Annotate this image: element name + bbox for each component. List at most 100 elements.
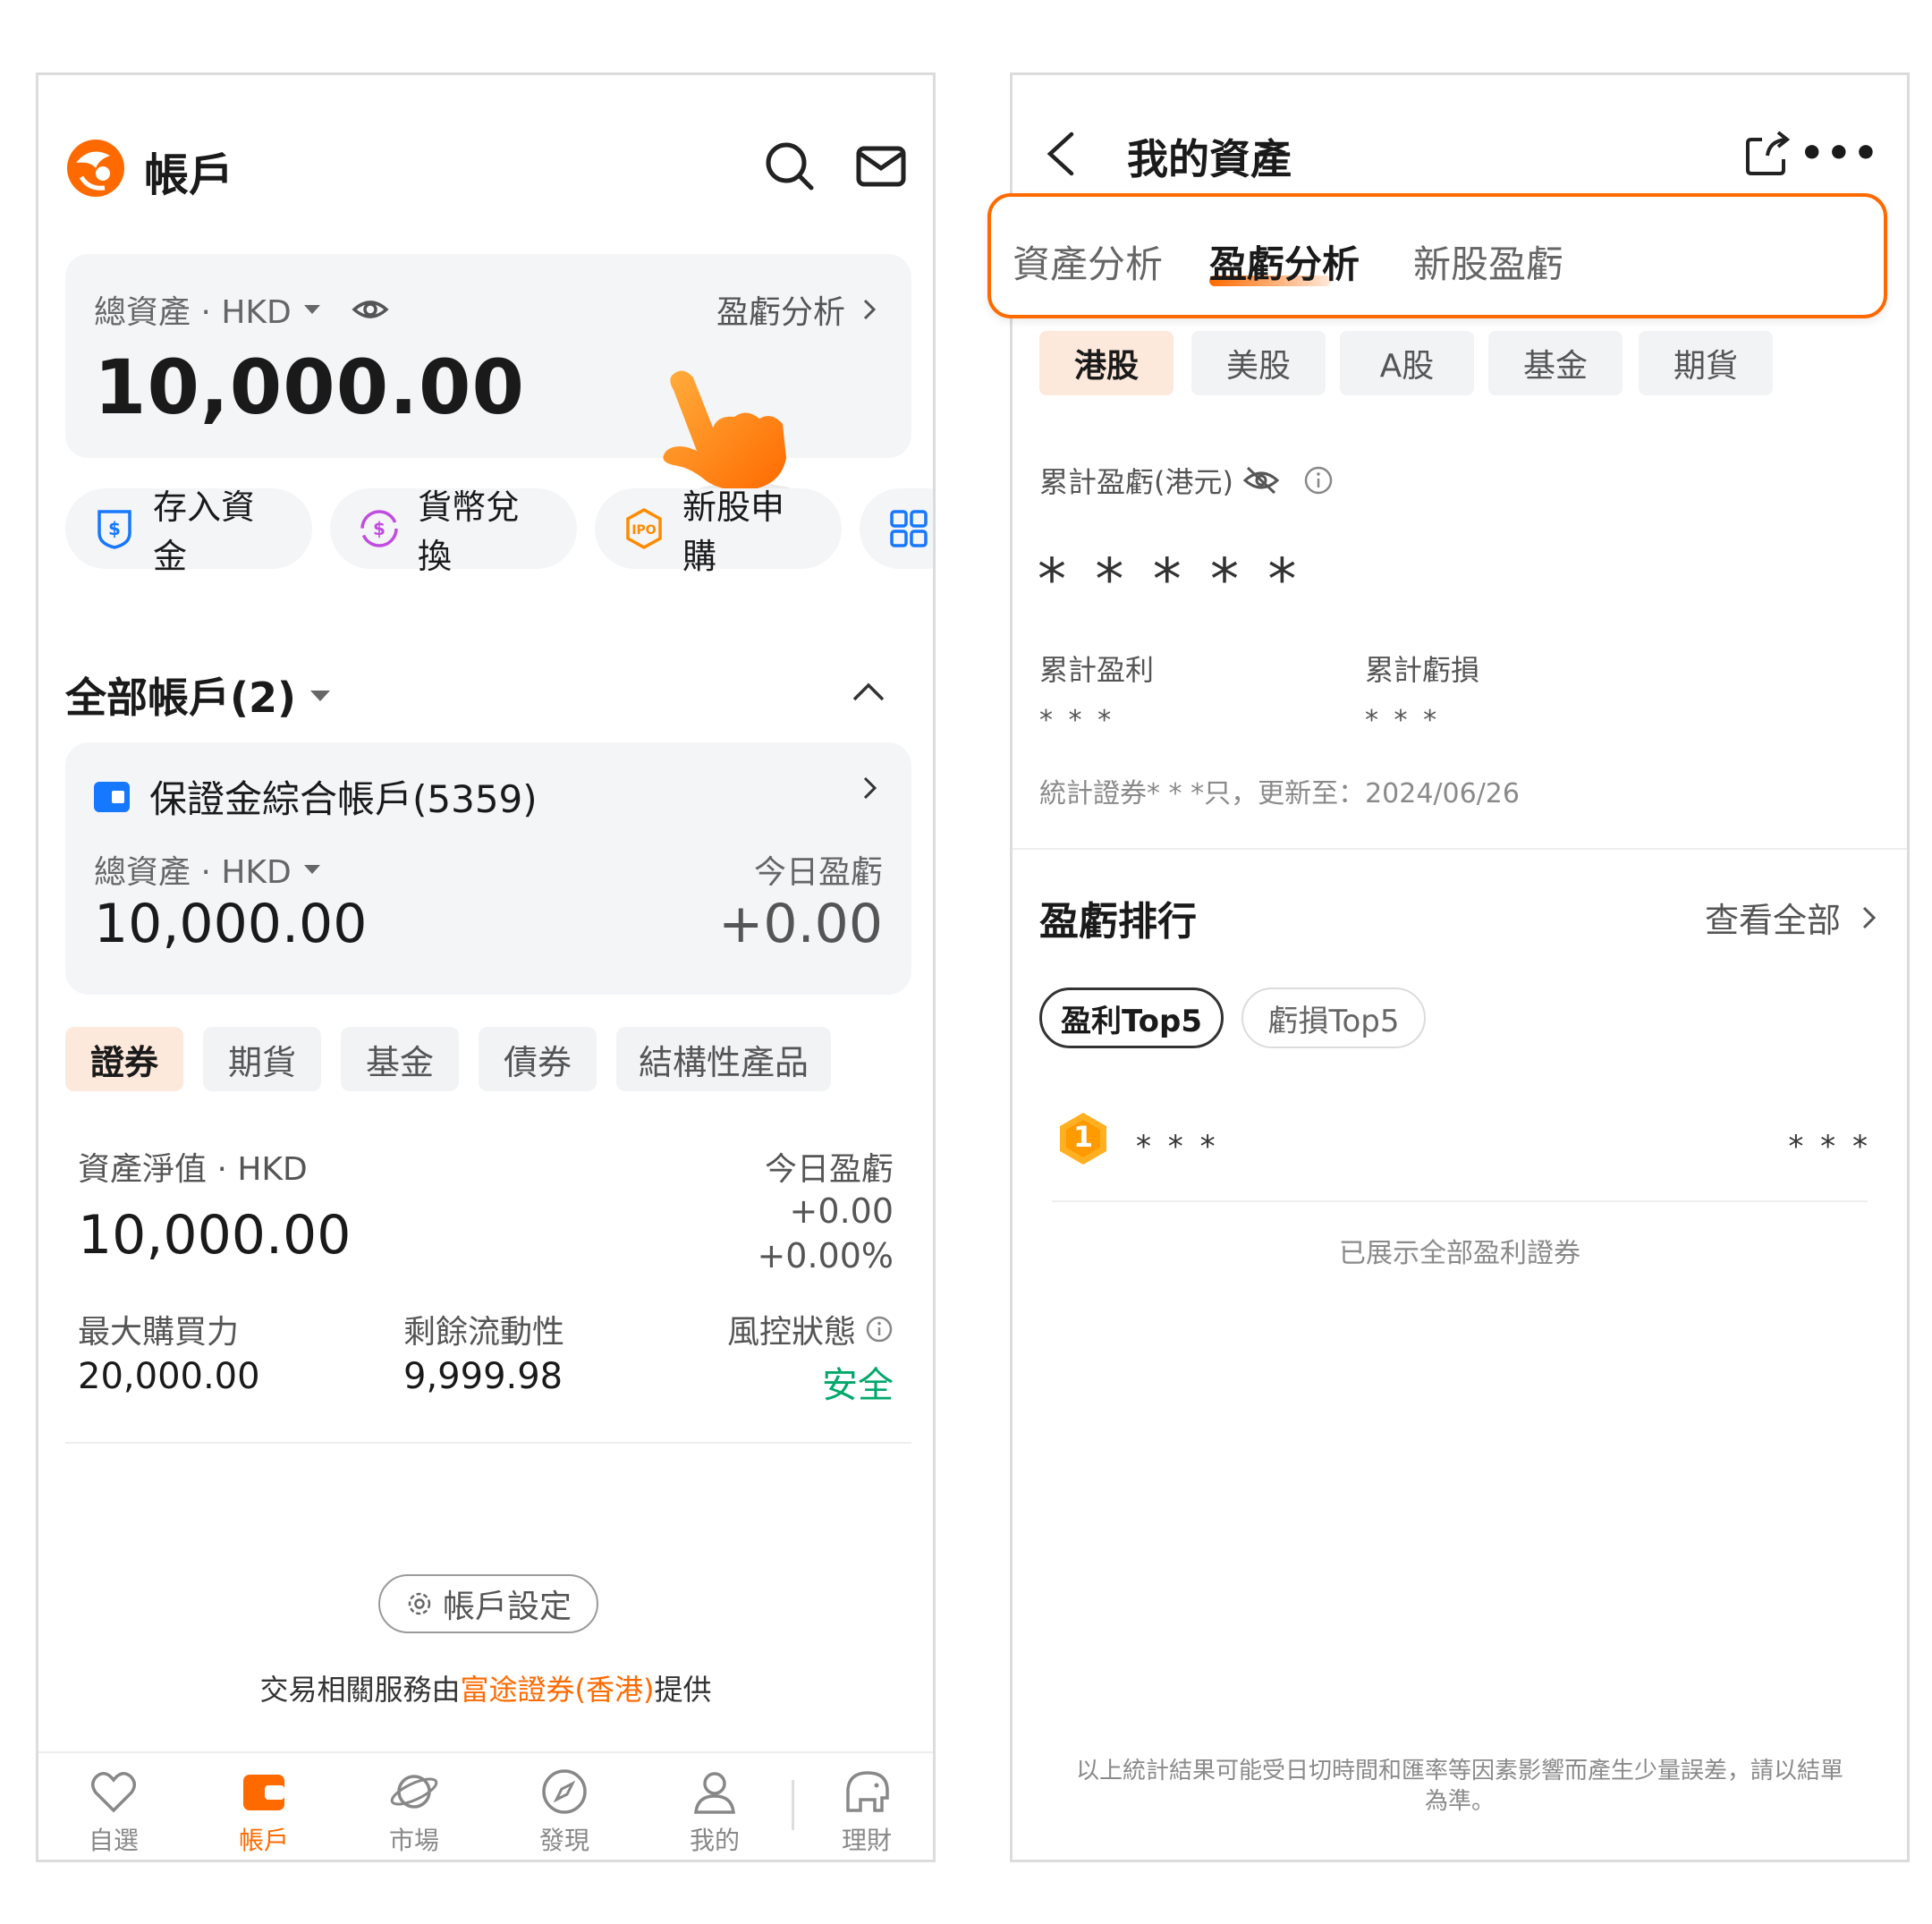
cumulative-profit-label: 累計盈利 — [1039, 653, 1155, 687]
chevron-up-icon[interactable] — [849, 673, 888, 712]
tab-profit-top5[interactable]: 盈利Top5 — [1039, 987, 1224, 1048]
all-accounts-title: 全部帳戶(2) — [65, 674, 297, 722]
shown-all-note: 已展示全部盈利證券 — [1339, 1238, 1580, 1269]
account-today-pl: +0.00 — [718, 893, 883, 955]
nav-wealth[interactable]: 理財 — [813, 1766, 920, 1857]
total-assets-label-row[interactable]: 總資產 · HKD — [94, 286, 390, 333]
nav-me[interactable]: 我的 — [661, 1766, 768, 1857]
cumulative-loss-value: * * * — [1365, 705, 1441, 736]
ipo-subscribe-button[interactable]: IPO 新股申購 — [595, 487, 842, 576]
pl-analysis-link[interactable]: 盈虧分析 — [716, 286, 883, 333]
ranking-title: 盈虧排行 — [1039, 899, 1197, 945]
divider — [1052, 1200, 1868, 1202]
eye-hidden-icon[interactable] — [1242, 464, 1280, 496]
chevron-right-icon — [863, 299, 877, 320]
back-arrow-icon[interactable] — [1039, 129, 1080, 179]
analysis-tabs-highlight: 資產分析 盈虧分析 新股盈虧 — [987, 193, 1887, 318]
tab-funds[interactable]: 基金 — [341, 1027, 459, 1091]
account-assets-label-row: 總資產 · HKD — [94, 846, 324, 893]
provider-link[interactable]: 富途證券(香港) — [461, 1673, 655, 1707]
nav-account[interactable]: 帳戶 — [210, 1766, 318, 1857]
net-today-pl: +0.00 — [789, 1191, 894, 1231]
risk-status-label-row: 風控狀態 — [727, 1306, 894, 1352]
account-settings-button[interactable]: 帳戶設定 — [378, 1574, 598, 1633]
tab-ipo-pl[interactable]: 新股盈虧 — [1413, 234, 1563, 289]
tab-pl-analysis[interactable]: 盈虧分析 — [1209, 234, 1360, 289]
net-asset-label: 資產淨值 · HKD — [78, 1151, 308, 1188]
liquidity-label: 剩餘流動性 — [403, 1314, 565, 1351]
total-assets-label: 總資產 · HKD — [94, 294, 292, 331]
view-all-link[interactable]: 查看全部 — [1705, 893, 1882, 942]
grid-icon — [890, 510, 928, 547]
heart-icon — [91, 1772, 136, 1813]
account-settings-label: 帳戶設定 — [442, 1589, 572, 1625]
planet-icon — [390, 1775, 438, 1809]
market-us[interactable]: 美股 — [1191, 331, 1326, 395]
info-icon[interactable] — [865, 1315, 894, 1343]
my-assets-screen: 我的資產 ••• 資產分析 盈虧分析 新股盈虧 港股 美股 A股 基金 期貨 累… — [987, 72, 1910, 1862]
market-hk[interactable]: 港股 — [1039, 331, 1174, 395]
buying-power-label: 最大購買力 — [78, 1314, 240, 1351]
nav-market[interactable]: 市場 — [360, 1766, 468, 1857]
bottom-nav: 自選 帳戶 市場 發現 我的 理財 — [38, 1751, 933, 1860]
more-options-icon[interactable]: ••• — [1800, 131, 1880, 176]
nav-discover[interactable]: 發現 — [511, 1766, 618, 1857]
tab-structured-products[interactable]: 結構性產品 — [616, 1027, 831, 1091]
account-assets-value: 10,000.00 — [94, 893, 368, 955]
cumulative-loss-label: 累計虧損 — [1365, 653, 1480, 687]
rank-security-name: * * * — [1136, 1129, 1219, 1165]
tab-loss-top5[interactable]: 虧損Top5 — [1241, 987, 1426, 1048]
rank-badge: 1 — [1055, 1111, 1111, 1166]
currency-exchange-label: 貨幣兌換 — [418, 487, 521, 576]
caret-down-icon — [310, 691, 331, 701]
account-screen: 帳戶 總資產 · HKD 盈虧分析 10,000.00 $ 存入資金 $ 貨幣兌… — [36, 72, 936, 1862]
account-name: 保證金綜合帳戶(5359) — [149, 777, 538, 821]
nav-discover-label: 發現 — [538, 1826, 589, 1855]
view-all-label: 查看全部 — [1704, 901, 1841, 940]
deposit-button[interactable]: $ 存入資金 — [65, 487, 312, 576]
more-apps-button[interactable] — [860, 488, 933, 569]
page-title: 我的資產 — [1127, 135, 1292, 183]
rank-number: 1 — [1072, 1120, 1094, 1154]
liquidity-value: 9,999.98 — [403, 1356, 564, 1397]
cumulative-pl-label-row: 累計盈虧(港元) — [1039, 460, 1334, 501]
deposit-label: 存入資金 — [153, 487, 256, 576]
share-icon[interactable] — [1742, 129, 1792, 179]
caret-down-icon[interactable] — [301, 298, 324, 321]
user-icon — [694, 1772, 735, 1814]
gear-icon — [408, 1592, 431, 1615]
chevron-right-icon — [1862, 906, 1877, 928]
elephant-icon — [846, 1771, 889, 1812]
cumulative-profit-value: * * * — [1039, 705, 1115, 736]
cumulative-pl-value: * * * * * — [1038, 547, 1302, 614]
svg-text:IPO: IPO — [631, 523, 656, 538]
search-icon[interactable] — [763, 140, 817, 193]
info-icon[interactable] — [1303, 465, 1334, 496]
provider-suffix: 提供 — [654, 1673, 712, 1707]
divider — [65, 1442, 911, 1444]
net-asset-value: 10,000.00 — [78, 1204, 352, 1267]
tab-asset-analysis[interactable]: 資產分析 — [1013, 234, 1163, 289]
nav-separator — [792, 1780, 794, 1830]
account-today-label: 今日盈虧 — [753, 854, 883, 891]
tab-bonds[interactable]: 債券 — [479, 1027, 597, 1091]
market-futures[interactable]: 期貨 — [1639, 331, 1773, 395]
total-assets-value: 10,000.00 — [94, 343, 525, 431]
svg-text:$: $ — [108, 518, 121, 539]
all-accounts-dropdown[interactable]: 全部帳戶(2) — [65, 665, 334, 725]
net-today-pl-pct: +0.00% — [757, 1236, 894, 1276]
tab-futures[interactable]: 期貨 — [203, 1027, 321, 1091]
currency-exchange-icon: $ — [360, 510, 398, 547]
nav-watchlist[interactable]: 自選 — [60, 1766, 167, 1857]
tab-securities[interactable]: 證券 — [65, 1027, 183, 1091]
account-assets-label: 總資產 · HKD — [94, 854, 292, 891]
account-card[interactable]: 保證金綜合帳戶(5359) 總資產 · HKD 今日盈虧 10,000.00 +… — [65, 742, 911, 995]
mail-icon[interactable] — [854, 140, 908, 193]
currency-exchange-button[interactable]: $ 貨幣兌換 — [330, 487, 577, 576]
eye-icon[interactable] — [351, 290, 390, 329]
wallet-icon — [94, 781, 130, 812]
wallet-icon — [243, 1775, 284, 1810]
market-a-share[interactable]: A股 — [1340, 331, 1474, 395]
caret-down-icon — [303, 865, 320, 874]
market-funds[interactable]: 基金 — [1488, 331, 1623, 395]
